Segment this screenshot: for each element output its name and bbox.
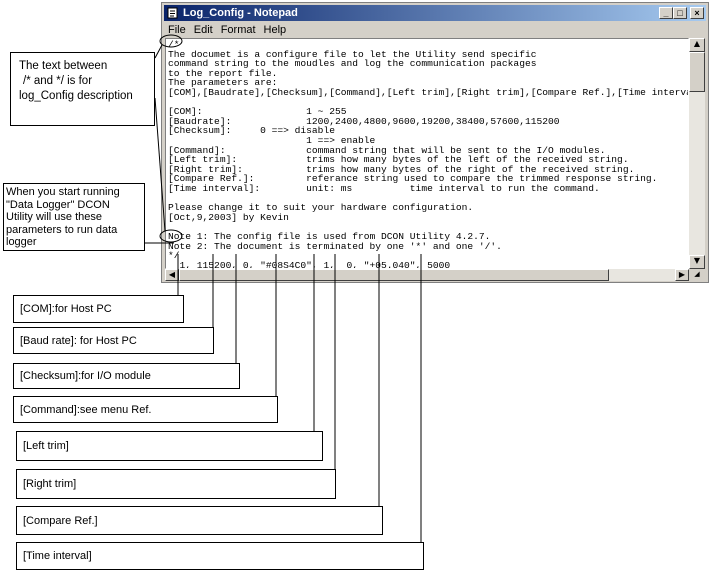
menu-format[interactable]: Format bbox=[217, 22, 260, 38]
callout-left-trim-label: [Left trim] bbox=[23, 440, 69, 452]
menu-help[interactable]: Help bbox=[260, 22, 291, 38]
window-title: Log_Config - Notepad bbox=[183, 7, 298, 19]
maximize-button[interactable]: □ bbox=[673, 7, 687, 19]
maximize-icon: □ bbox=[677, 8, 683, 18]
vertical-scroll-thumb[interactable] bbox=[689, 52, 705, 92]
description-note: The text between /* and */ is for log_Co… bbox=[10, 52, 155, 126]
callout-com: [COM]:for Host PC bbox=[13, 295, 184, 323]
logger-note-line-1: When you start running bbox=[6, 186, 120, 198]
horizontal-scrollbar[interactable]: ◀ ▶ bbox=[165, 269, 689, 281]
callout-compare-ref: [Compare Ref.] bbox=[16, 506, 383, 535]
editor-line: 1, 115200, 0, "#08S4C0", 1, 0, "+05.040"… bbox=[168, 259, 451, 269]
callout-checksum: [Checksum]:for I/O module bbox=[13, 363, 240, 389]
editor-line: [Time interval]: unit: ms time interval … bbox=[168, 183, 600, 194]
notepad-app-icon bbox=[167, 7, 178, 19]
vertical-scrollbar[interactable]: ▲ ▼ bbox=[689, 38, 705, 269]
logger-note-line-3: Utility will use these bbox=[6, 211, 102, 224]
callout-left-trim: [Left trim] bbox=[16, 431, 323, 461]
minimize-icon: _ bbox=[663, 8, 669, 18]
callout-command: [Command]:see menu Ref. bbox=[13, 396, 278, 423]
description-note-line-3: log_Config description bbox=[19, 90, 133, 102]
arrow-up-icon: ▲ bbox=[693, 39, 701, 48]
minimize-button[interactable]: _ bbox=[659, 7, 673, 19]
menu-edit[interactable]: Edit bbox=[190, 22, 217, 38]
callout-baud-rate: [Baud rate]: for Host PC bbox=[13, 327, 214, 354]
notepad-window: Log_Config - Notepad _ □ × File Edit Forma… bbox=[161, 2, 709, 283]
callout-command-label: [Command]:see menu Ref. bbox=[20, 403, 152, 416]
logger-note-line-2: "Data Logger" DCON bbox=[6, 198, 110, 211]
size-grip-icon: ◢ bbox=[694, 270, 700, 278]
scroll-up-button[interactable]: ▲ bbox=[689, 38, 705, 52]
scroll-right-button[interactable]: ▶ bbox=[675, 269, 689, 281]
callout-right-trim: [Right trim] bbox=[16, 469, 336, 499]
arrow-down-icon: ▼ bbox=[693, 256, 701, 265]
callout-baud-rate-label: [Baud rate]: for Host PC bbox=[20, 334, 137, 347]
menu-file[interactable]: File bbox=[164, 22, 190, 38]
scroll-left-button[interactable]: ◀ bbox=[165, 269, 179, 281]
editor-line: Note 2: The document is terminated by on… bbox=[168, 240, 502, 252]
scroll-down-button[interactable]: ▼ bbox=[689, 255, 705, 269]
arrow-right-icon: ▶ bbox=[678, 270, 686, 279]
editor-line: [Oct,9,2003] by Kevin bbox=[168, 211, 289, 223]
callout-time-interval-label: [Time interval] bbox=[23, 550, 92, 562]
screenshot-stage: Log_Config - Notepad _ □ × File Edit Forma… bbox=[0, 0, 711, 578]
close-button[interactable]: × bbox=[690, 7, 704, 19]
title-bar[interactable]: Log_Config - Notepad _ □ × bbox=[164, 5, 706, 21]
arrow-left-icon: ◀ bbox=[168, 270, 176, 279]
description-note-line-1: The text between bbox=[19, 60, 108, 72]
callout-com-label: [COM]:for Host PC bbox=[20, 303, 112, 315]
data-logger-note: When you start running "Data Logger" DCO… bbox=[3, 183, 145, 251]
callout-time-interval: [Time interval] bbox=[16, 542, 424, 570]
logger-note-line-5: logger bbox=[6, 236, 37, 249]
text-editor-area[interactable]: /* The documet is a configure file to let… bbox=[165, 38, 689, 269]
callout-compare-ref-label: [Compare Ref.] bbox=[23, 514, 98, 527]
horizontal-scroll-thumb[interactable] bbox=[179, 269, 609, 281]
menu-bar: File Edit Format Help bbox=[164, 22, 706, 38]
size-grip[interactable]: ◢ bbox=[689, 269, 705, 281]
editor-line: [COM],[Baudrate],[Checksum],[Command],[L… bbox=[168, 87, 689, 98]
callout-checksum-label: [Checksum]:for I/O module bbox=[20, 370, 151, 382]
callout-right-trim-label: [Right trim] bbox=[23, 478, 77, 490]
close-icon: × bbox=[694, 8, 700, 18]
logger-note-line-4: parameters to run data bbox=[6, 223, 118, 236]
description-note-line-2: /* and */ is for bbox=[23, 75, 93, 87]
